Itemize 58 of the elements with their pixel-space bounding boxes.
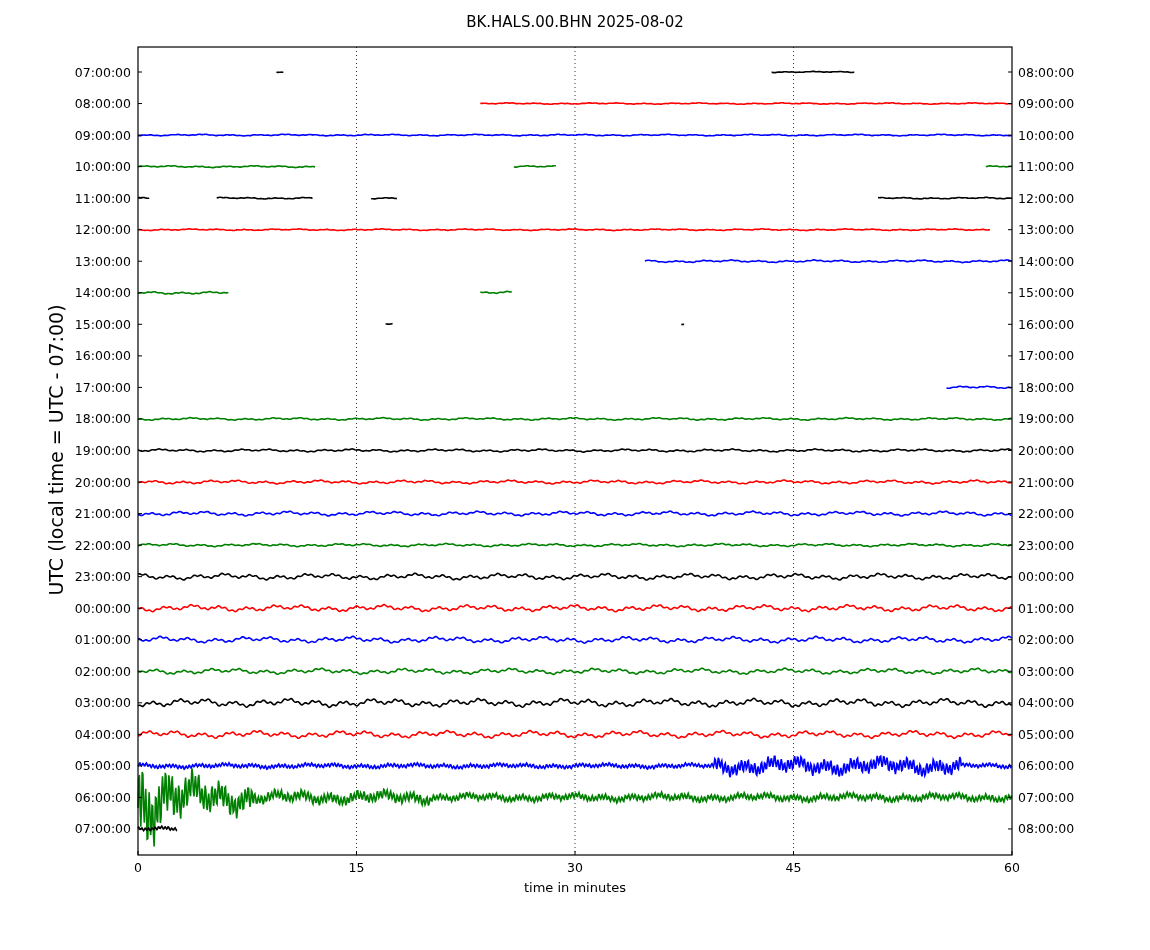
- hour-label: 16:00:00: [74, 348, 131, 364]
- hour-label: 08:00:00: [1018, 64, 1075, 80]
- hour-label: 16:00:00: [1018, 316, 1075, 332]
- hour-label: 00:00:00: [74, 600, 131, 616]
- hour-label: 22:00:00: [74, 537, 131, 553]
- hour-label: 12:00:00: [74, 222, 131, 238]
- hour-label: 18:00:00: [1018, 379, 1075, 395]
- hour-label: 10:00:00: [1018, 127, 1075, 143]
- hour-label: 14:00:00: [74, 285, 131, 301]
- hour-label: 15:00:00: [74, 316, 131, 332]
- x-tick-label: 45: [785, 860, 802, 875]
- hour-label: 22:00:00: [1018, 506, 1075, 522]
- hour-label: 08:00:00: [74, 96, 131, 112]
- hour-label: 13:00:00: [1018, 222, 1075, 238]
- hour-label: 18:00:00: [74, 411, 131, 427]
- hour-label: 02:00:00: [1018, 632, 1075, 648]
- hour-label: 21:00:00: [1018, 474, 1075, 490]
- hour-label: 06:00:00: [74, 789, 131, 805]
- hour-label: 08:00:00: [1018, 821, 1075, 837]
- hour-label: 05:00:00: [74, 758, 131, 774]
- hour-label: 07:00:00: [74, 64, 131, 80]
- y-axis-label: UTC (local time = UTC - 07:00): [45, 304, 67, 596]
- hour-label: 10:00:00: [74, 159, 131, 175]
- hour-label: 20:00:00: [74, 474, 131, 490]
- hour-label: 11:00:00: [74, 190, 131, 206]
- hour-label: 07:00:00: [1018, 789, 1075, 805]
- hour-label: 12:00:00: [1018, 190, 1075, 206]
- x-tick-label: 30: [567, 860, 583, 875]
- hour-label: 21:00:00: [74, 506, 131, 522]
- hour-label: 23:00:00: [74, 569, 131, 585]
- hour-label: 14:00:00: [1018, 253, 1075, 269]
- hour-label: 09:00:00: [1018, 96, 1075, 112]
- hour-label: 07:00:00: [74, 821, 131, 837]
- hour-label: 04:00:00: [1018, 695, 1075, 711]
- hour-label: 05:00:00: [1018, 726, 1075, 742]
- hour-label: 04:00:00: [74, 726, 131, 742]
- hour-label: 23:00:00: [1018, 537, 1075, 553]
- hour-label: 09:00:00: [74, 127, 131, 143]
- hour-label: 02:00:00: [74, 663, 131, 679]
- hour-label: 20:00:00: [1018, 443, 1075, 458]
- hour-label: 00:00:00: [1018, 569, 1075, 585]
- x-tick-label: 60: [1004, 860, 1020, 875]
- hour-label: 19:00:00: [1018, 411, 1075, 427]
- hour-label: 03:00:00: [1018, 663, 1075, 679]
- hour-label: 15:00:00: [1018, 285, 1075, 301]
- hour-label: 19:00:00: [74, 443, 131, 458]
- hour-label: 01:00:00: [74, 632, 131, 648]
- hour-label: 17:00:00: [1018, 348, 1075, 364]
- x-axis-label: time in minutes: [523, 880, 627, 895]
- hour-label: 13:00:00: [74, 253, 131, 269]
- x-tick-label: 15: [348, 860, 365, 875]
- plot-title: BK.HALS.00.BHN 2025-08-02: [466, 12, 684, 33]
- x-tick-label: 0: [134, 860, 142, 875]
- hour-label: 03:00:00: [74, 695, 131, 711]
- hour-label: 17:00:00: [74, 379, 131, 395]
- hour-label: 06:00:00: [1018, 758, 1075, 774]
- hour-label: 11:00:00: [1018, 159, 1075, 175]
- hour-label: 01:00:00: [1018, 600, 1075, 616]
